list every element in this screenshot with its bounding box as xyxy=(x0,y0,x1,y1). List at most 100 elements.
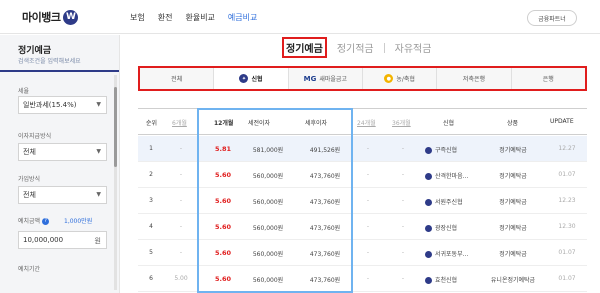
cell-institution[interactable]: 산격한마음... xyxy=(425,171,468,180)
tab-free-savings[interactable]: 자유적금 xyxy=(395,40,432,55)
cell-12m-rate: 5.60 xyxy=(214,275,232,283)
table-row[interactable]: 4 - 5.60 560,000원 473,760원 - - 정기예탁금 12.30 광장신협 xyxy=(138,214,587,240)
category-label: 농/축협 xyxy=(396,76,415,83)
finance-partner-button[interactable]: 금융파트너 xyxy=(527,10,577,26)
category-label: 은행 xyxy=(542,76,554,83)
shinhyup-icon xyxy=(425,199,432,206)
category-all[interactable]: 전체 xyxy=(140,68,215,89)
tab-installment-savings[interactable]: 정기적금 xyxy=(337,40,374,55)
cell-6m: - xyxy=(179,249,183,256)
cell-institution[interactable]: 광장신협 xyxy=(425,223,457,232)
category-saemaeul[interactable]: MG 새마을금고 xyxy=(288,68,363,89)
cell-posttax: 473,760원 xyxy=(309,173,341,180)
category-label: 저축은행 xyxy=(462,76,486,83)
tax-select-value: 일반과세(15.4%) xyxy=(23,101,77,109)
chevron-down-icon: ▼ xyxy=(96,101,101,108)
cell-rank: 4 xyxy=(149,223,153,230)
amount-unit: 원 xyxy=(94,237,101,245)
header-24m[interactable]: 24개월 xyxy=(357,118,376,127)
header-36m[interactable]: 36개월 xyxy=(392,118,411,127)
cell-institution[interactable]: 효천신협 xyxy=(425,275,457,284)
institution-name: 서귀포동부... xyxy=(435,251,469,258)
header-product: 상품 xyxy=(507,120,519,127)
tab-separator xyxy=(383,42,385,53)
header-posttax: 세후이자 xyxy=(305,120,328,127)
cell-24m: - xyxy=(366,275,370,282)
category-label: 전체 xyxy=(171,76,183,83)
table-header: 순위 6개월 12개월 세전이자 세후이자 24개월 36개월 신협 상품 UP… xyxy=(138,108,587,135)
shinhyup-icon: ✦ xyxy=(239,74,249,83)
cell-6m: - xyxy=(179,171,183,178)
cell-24m: - xyxy=(366,223,370,230)
tab-fixed-deposit[interactable]: 정기예금 xyxy=(282,37,327,58)
nav-exchange[interactable]: 환전 xyxy=(158,12,173,23)
header-12m[interactable]: 12개월 xyxy=(214,118,233,127)
cell-product: 정기예탁금 xyxy=(499,251,527,258)
cell-institution[interactable]: 구즉신협 xyxy=(425,145,457,154)
institution-name: 산격한마음... xyxy=(435,173,469,180)
cell-36m: - xyxy=(401,223,405,230)
institution-name: 광장신협 xyxy=(435,225,458,232)
institution-category-bar: 전체 ✦ 신협 MG 새마을금고 ● 농/축협 저축은행 은행 xyxy=(138,66,587,91)
cell-institution[interactable]: 서귀포동부... xyxy=(425,249,468,258)
interest-method-value: 전체 xyxy=(23,148,36,156)
shinhyup-icon xyxy=(425,225,432,232)
cell-product: 정기예탁금 xyxy=(499,199,527,206)
join-method-label: 가입방식 xyxy=(18,176,41,183)
table-row[interactable]: 2 - 5.60 560,000원 473,760원 - - 정기예탁금 01.07 산격한마음.… xyxy=(138,162,587,188)
help-icon[interactable]: ? xyxy=(42,218,50,225)
category-shinhyup[interactable]: ✦ 신협 xyxy=(214,68,289,89)
table-row[interactable]: 1 - 5.81 581,000원 491,526원 - - 정기예탁금 12.27 구즉신협 xyxy=(138,136,587,162)
table-row[interactable]: 6 5.00 5.60 560,000원 473,760원 - - 유니온정기예탁금 01.07… xyxy=(138,266,587,292)
cell-24m: - xyxy=(366,249,370,256)
product-tabs: 정기예금 정기적금 자유적금 xyxy=(282,37,441,58)
logo-text: 마이뱅크 xyxy=(22,11,61,24)
amount-preset-link[interactable]: 1,000만원 xyxy=(64,216,92,225)
interest-method-label: 이자지급방식 xyxy=(18,133,52,140)
sidebar-scroll-thumb[interactable] xyxy=(114,87,117,167)
category-label: 새마을금고 xyxy=(319,76,347,83)
interest-method-select[interactable]: 전체 ▼ xyxy=(18,143,107,161)
cell-rank: 5 xyxy=(149,249,153,256)
cell-36m: - xyxy=(401,249,405,256)
tax-select[interactable]: 일반과세(15.4%) ▼ xyxy=(18,96,107,114)
category-bank[interactable]: 은행 xyxy=(511,68,585,89)
cell-6m: - xyxy=(179,145,183,152)
cell-institution[interactable]: 서원주신협 xyxy=(425,197,463,206)
category-savings-bank[interactable]: 저축은행 xyxy=(437,68,512,89)
nav-insurance[interactable]: 보험 xyxy=(130,12,145,23)
cell-posttax: 473,760원 xyxy=(309,251,341,258)
nav-rate-compare[interactable]: 환율비교 xyxy=(185,12,214,23)
amount-input[interactable]: 10,000,000 원 xyxy=(18,231,107,249)
cell-product: 유니온정기예탁금 xyxy=(490,277,536,284)
cell-6m: - xyxy=(179,197,183,204)
shinhyup-icon xyxy=(425,173,432,180)
cell-rank: 6 xyxy=(149,275,153,282)
cell-pretax: 560,000원 xyxy=(252,277,284,284)
table-row[interactable]: 3 - 5.60 560,000원 473,760원 - - 정기예탁금 12.23 서원주신협 xyxy=(138,188,587,214)
cell-24m: - xyxy=(366,171,370,178)
sidebar-subtitle: 검색조건을 입력해보세요 xyxy=(18,58,81,65)
amount-label: 예치금액? xyxy=(18,216,50,225)
header-6m[interactable]: 6개월 xyxy=(172,118,187,127)
cell-update: 01.07 xyxy=(558,249,576,256)
logo-badge: W xyxy=(63,9,79,25)
sidebar-title: 정기예금 xyxy=(18,46,52,56)
cell-posttax: 473,760원 xyxy=(309,225,341,232)
header-institution: 신협 xyxy=(443,120,455,127)
nav-deposit-compare[interactable]: 예금비교 xyxy=(228,12,257,23)
table-row[interactable]: 5 - 5.60 560,000원 473,760원 - - 정기예탁금 01.07 서귀포동부.… xyxy=(138,240,587,266)
category-nonghyup[interactable]: ● 농/축협 xyxy=(362,68,438,89)
cell-product: 정기예탁금 xyxy=(499,173,527,180)
institution-name: 효천신협 xyxy=(435,277,458,284)
join-method-value: 전체 xyxy=(23,191,36,199)
join-method-select[interactable]: 전체 ▼ xyxy=(18,186,107,204)
period-label: 예치기간 xyxy=(18,266,41,273)
nh-icon: ● xyxy=(384,74,394,83)
mybank-logo[interactable]: 마이뱅크 W xyxy=(22,8,79,26)
chevron-down-icon: ▼ xyxy=(96,191,101,198)
cell-rank: 3 xyxy=(149,197,153,204)
header-update: UPDATE xyxy=(550,118,574,125)
tax-label: 세율 xyxy=(18,88,30,95)
cell-rank: 2 xyxy=(149,171,153,178)
